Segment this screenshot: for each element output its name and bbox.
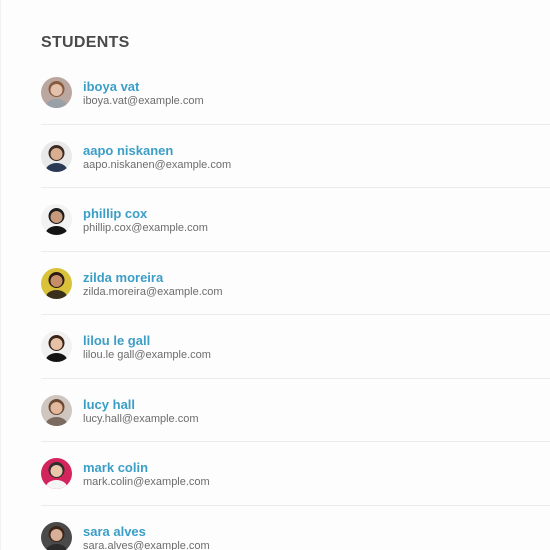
student-list: iboya vat iboya.vat@example.com aapo nis…	[41, 61, 550, 550]
avatar-image	[41, 458, 72, 489]
student-row[interactable]: lucy hall lucy.hall@example.com	[41, 379, 550, 442]
student-row[interactable]: mark colin mark.colin@example.com	[41, 442, 550, 506]
avatar	[41, 521, 72, 550]
student-email: iboya.vat@example.com	[83, 95, 204, 107]
avatar-image	[41, 267, 72, 299]
avatar	[41, 140, 72, 172]
avatar	[41, 331, 72, 362]
student-row[interactable]: zilda moreira zilda.moreira@example.com	[41, 252, 550, 315]
avatar-image	[41, 331, 72, 362]
student-name[interactable]: lilou le gall	[83, 333, 150, 348]
avatar	[41, 458, 72, 489]
students-page: STUDENTS iboya vat iboya.vat@example.com…	[0, 0, 550, 550]
section-title: STUDENTS	[41, 34, 130, 51]
student-name[interactable]: sara alves	[83, 524, 146, 539]
student-email: lucy.hall@example.com	[83, 412, 199, 425]
avatar-image	[41, 140, 72, 172]
student-row[interactable]: aapo niskanen aapo.niskanen@example.com	[41, 125, 550, 188]
student-email: mark.colin@example.com	[83, 476, 210, 488]
student-row[interactable]: phillip cox phillip.cox@example.com	[41, 188, 550, 252]
student-email: aapo.niskanen@example.com	[83, 158, 232, 171]
avatar-image	[41, 521, 72, 550]
avatar	[41, 77, 72, 108]
student-row[interactable]: lilou le gall lilou.le gall@example.com	[41, 315, 550, 379]
student-name[interactable]: mark colin	[83, 460, 148, 475]
student-name[interactable]: iboya vat	[83, 79, 139, 94]
student-email: lilou.le gall@example.com	[83, 349, 211, 361]
student-name[interactable]: aapo niskanen	[83, 143, 173, 158]
avatar	[41, 267, 72, 299]
avatar-image	[41, 77, 72, 108]
student-row[interactable]: sara alves sara.alves@example.com	[41, 506, 550, 550]
avatar	[41, 204, 72, 235]
student-email: sara.alves@example.com	[83, 539, 210, 550]
student-row[interactable]: iboya vat iboya.vat@example.com	[41, 61, 550, 125]
student-email: zilda.moreira@example.com	[83, 285, 223, 298]
avatar-image	[41, 394, 72, 426]
student-name[interactable]: lucy hall	[83, 397, 135, 412]
student-email: phillip.cox@example.com	[83, 222, 208, 234]
student-name[interactable]: zilda moreira	[83, 270, 163, 285]
avatar-image	[41, 204, 72, 235]
student-name[interactable]: phillip cox	[83, 206, 147, 221]
avatar	[41, 394, 72, 426]
